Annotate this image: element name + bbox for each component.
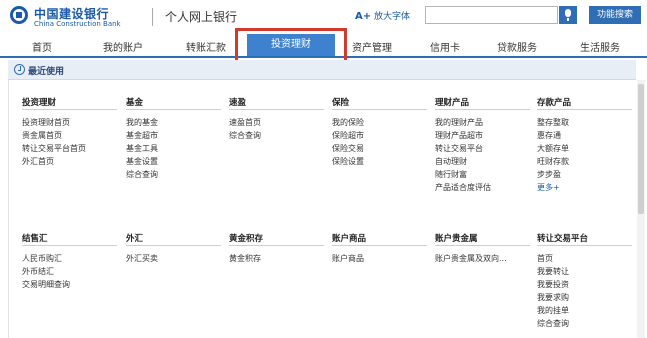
section-title: 存款产品	[537, 96, 632, 110]
section-insurance: 保险 我的保险 保险超市 保险交易 保险设置	[332, 96, 427, 168]
section-title: 投资理财	[22, 96, 117, 110]
section-account-commodities: 账户商品 账户商品	[332, 232, 427, 265]
menu-link[interactable]: 我的保险	[332, 116, 427, 129]
menu-link[interactable]: 随行财富	[435, 168, 530, 181]
menu-link[interactable]: 综合查询	[229, 129, 324, 142]
menu-link[interactable]: 外汇买卖	[126, 252, 221, 265]
ccb-logo-icon	[10, 6, 28, 24]
menu-link[interactable]: 我的基金	[126, 116, 221, 129]
function-search-button[interactable]: 功能搜索	[589, 6, 641, 24]
section-title: 速盈	[229, 96, 324, 110]
menu-link[interactable]: 账户商品	[332, 252, 427, 265]
section-gold-accumulation: 黄金积存 黄金积存	[229, 232, 324, 265]
section-title: 账户商品	[332, 232, 427, 246]
menu-link[interactable]: 保险交易	[332, 142, 427, 155]
section-title: 结售汇	[22, 232, 117, 246]
menu-link[interactable]: 自动理财	[435, 155, 530, 168]
nav-credit-card[interactable]: 信用卡	[430, 39, 460, 54]
menu-link[interactable]: 产品适合度评估	[435, 181, 530, 194]
section-title: 保险	[332, 96, 427, 110]
section-title: 理财产品	[435, 96, 530, 110]
header-divider	[152, 8, 153, 26]
section-fund: 基金 我的基金 基金超市 基金工具 基金设置 综合查询	[126, 96, 221, 181]
menu-link[interactable]: 我的挂单	[537, 304, 632, 317]
menu-link[interactable]: 基金超市	[126, 129, 221, 142]
menu-link[interactable]: 首页	[537, 252, 632, 265]
section-transfer-platform: 转让交易平台 首页 我要转让 我要投资 我要求购 我的挂单 综合查询	[537, 232, 632, 330]
section-deposit-products: 存款产品 整存整取 惠存通 大额存单 旺财存款 步步盈 更多+	[537, 96, 632, 194]
menu-link[interactable]: 我要转让	[537, 265, 632, 278]
scrollbar-thumb[interactable]	[638, 84, 644, 214]
nav-life-services[interactable]: 生活服务	[580, 39, 620, 54]
clock-icon	[14, 64, 25, 75]
recent-used-label: 最近使用	[28, 67, 65, 77]
menu-link[interactable]: 黄金积存	[229, 252, 324, 265]
section-title: 基金	[126, 96, 221, 110]
nav-loan-services[interactable]: 贷款服务	[497, 39, 537, 54]
section-title: 黄金积存	[229, 232, 324, 246]
nav-my-account[interactable]: 我的账户	[103, 39, 143, 54]
menu-link[interactable]: 理财产品超市	[435, 129, 530, 142]
section-wealth-products: 理财产品 我的理财产品 理财产品超市 转让交易平台 自动理财 随行财富 产品适合…	[435, 96, 530, 194]
menu-link[interactable]: 我要求购	[537, 291, 632, 304]
menu-link[interactable]: 人民币购汇	[22, 252, 117, 265]
menu-link[interactable]: 转让交易平台首页	[22, 142, 117, 155]
section-account-precious-metals: 账户贵金属 账户贵金属及双向...	[435, 232, 530, 265]
menu-link[interactable]: 基金设置	[126, 155, 221, 168]
menu-link[interactable]: 速盈首页	[229, 116, 324, 129]
menu-link[interactable]: 基金工具	[126, 142, 221, 155]
recent-used-bar[interactable]: 最近使用	[8, 60, 636, 80]
font-size-icon: A+	[355, 11, 372, 22]
section-fx-settlement: 结售汇 人民币购汇 外币结汇 交易明细查询	[22, 232, 117, 291]
nav-transfer[interactable]: 转账汇款	[186, 39, 226, 54]
menu-link[interactable]: 惠存通	[537, 129, 632, 142]
section-forex: 外汇 外汇买卖	[126, 232, 221, 265]
menu-link[interactable]: 外币结汇	[22, 265, 117, 278]
section-title: 账户贵金属	[435, 232, 530, 246]
menu-link[interactable]: 我要投资	[537, 278, 632, 291]
section-suying: 速盈 速盈首页 综合查询	[229, 96, 324, 142]
menu-link[interactable]: 综合查询	[126, 168, 221, 181]
menu-link[interactable]: 交易明细查询	[22, 278, 117, 291]
menu-link[interactable]: 外汇首页	[22, 155, 117, 168]
logo-english-name: China Construction Bank	[34, 20, 121, 28]
more-link[interactable]: 更多+	[537, 181, 632, 194]
menu-link[interactable]: 转让交易平台	[435, 142, 530, 155]
menu-link[interactable]: 保险超市	[332, 129, 427, 142]
section-title: 转让交易平台	[537, 232, 632, 246]
menu-link[interactable]: 贵金属首页	[22, 129, 117, 142]
menu-link[interactable]: 账户贵金属及双向...	[435, 252, 530, 265]
menu-link[interactable]: 步步盈	[537, 168, 632, 181]
menu-link[interactable]: 综合查询	[537, 317, 632, 330]
nav-home[interactable]: 首页	[32, 39, 52, 54]
menu-link[interactable]: 整存整取	[537, 116, 632, 129]
menu-link[interactable]: 旺财存款	[537, 155, 632, 168]
enlarge-font-button[interactable]: A+ 放大字体	[355, 9, 410, 22]
microphone-icon[interactable]	[559, 6, 577, 24]
search-input[interactable]	[425, 6, 558, 24]
section-investment: 投资理财 投资理财首页 贵金属首页 转让交易平台首页 外汇首页	[22, 96, 117, 168]
menu-link[interactable]: 投资理财首页	[22, 116, 117, 129]
menu-link[interactable]: 保险设置	[332, 155, 427, 168]
section-title: 外汇	[126, 232, 221, 246]
menu-link[interactable]: 我的理财产品	[435, 116, 530, 129]
enlarge-font-label: 放大字体	[374, 12, 411, 22]
site-title: 个人网上银行	[165, 10, 238, 24]
menu-link[interactable]: 大额存单	[537, 142, 632, 155]
nav-asset-management[interactable]: 资产管理	[352, 39, 392, 54]
